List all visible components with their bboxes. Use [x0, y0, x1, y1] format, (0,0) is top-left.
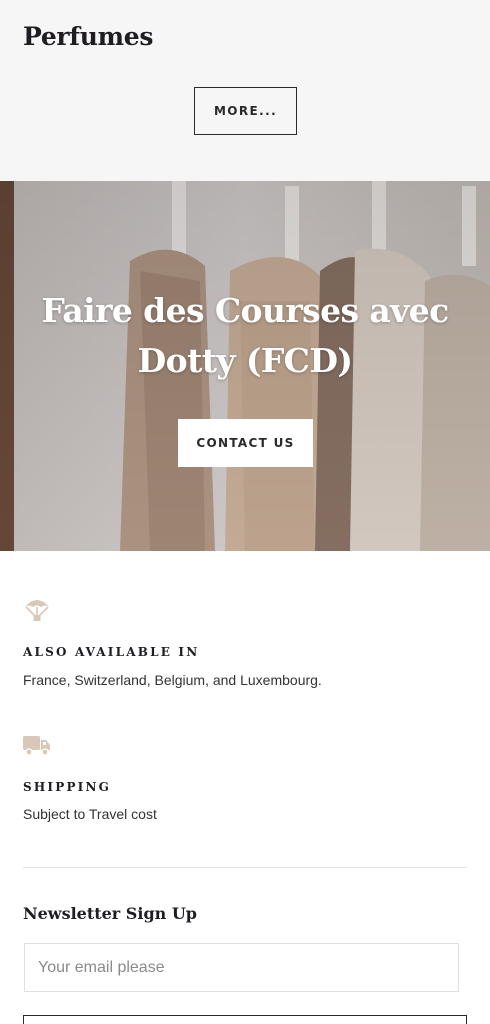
delivery-truck-icon: [23, 736, 50, 756]
section-divider: [23, 867, 467, 868]
feature-shipping: SHIPPING Subject to Travel cost: [23, 730, 463, 822]
hero-banner: Faire des Courses avec Dotty (FCD) CONTA…: [0, 181, 490, 551]
feature-description: Subject to Travel cost: [23, 806, 157, 822]
hero-title-line-2: Dotty (FCD): [137, 341, 353, 380]
hero-title: Faire des Courses avec Dotty (FCD): [20, 286, 470, 386]
hero-title-line-1: Faire des Courses avec: [41, 291, 449, 330]
category-section: Perfumes MORE...: [0, 0, 490, 181]
contact-us-button[interactable]: CONTACT US: [178, 419, 313, 467]
newsletter-title: Newsletter Sign Up: [23, 904, 197, 923]
feature-title: ALSO AVAILABLE IN: [23, 645, 200, 659]
newsletter-email-input[interactable]: [24, 943, 459, 992]
feature-availability: ALSO AVAILABLE IN France, Switzerland, B…: [23, 595, 463, 688]
category-title: Perfumes: [23, 22, 154, 51]
parachute-icon: [25, 600, 49, 621]
feature-title: SHIPPING: [23, 780, 112, 794]
feature-description: France, Switzerland, Belgium, and Luxemb…: [23, 672, 322, 688]
newsletter-submit-button[interactable]: [23, 1015, 467, 1024]
more-button[interactable]: MORE...: [194, 87, 297, 135]
